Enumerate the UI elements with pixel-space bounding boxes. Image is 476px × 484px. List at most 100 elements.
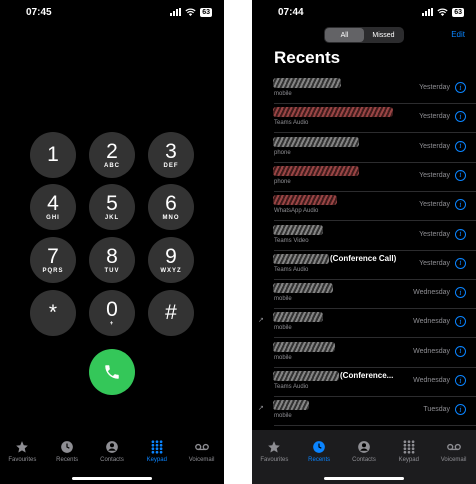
info-icon[interactable]: i — [455, 404, 466, 416]
call-type: Teams Video — [274, 237, 309, 244]
call-date: Wednesday — [413, 289, 450, 297]
key-0[interactable]: 0 + — [89, 290, 135, 336]
tab-label: Voicemail — [440, 457, 467, 463]
star-icon — [15, 440, 29, 454]
call-button[interactable] — [89, 349, 135, 395]
key-1[interactable]: 1 — [30, 132, 76, 178]
info-icon[interactable]: i — [455, 82, 466, 93]
key-digit: 8 — [106, 244, 118, 268]
tab-label: Voicemail — [188, 457, 215, 463]
key-8[interactable]: 8 TUV — [89, 237, 135, 283]
key-digit: 3 — [165, 139, 177, 163]
info-icon[interactable]: i — [455, 111, 466, 123]
redacted-contact-name — [273, 195, 337, 206]
status-bar: 07:45 63 — [0, 0, 224, 24]
battery-icon: 63 — [452, 7, 464, 17]
key-6[interactable]: 6 MNO — [148, 184, 194, 230]
call-date: Wednesday — [413, 347, 450, 355]
call-row[interactable]: (Conference... Teams Audio Wednesday i — [252, 368, 476, 397]
key-letters: DEF — [163, 162, 179, 169]
key-3[interactable]: 3 DEF — [148, 132, 194, 178]
key-digit: 2 — [106, 139, 118, 163]
segment-all[interactable]: All — [325, 28, 364, 42]
tab-label: Favourites — [260, 457, 289, 463]
key-digit: 4 — [47, 191, 59, 215]
call-row[interactable]: phone Yesterday i — [252, 163, 476, 192]
call-row[interactable]: Teams Audio Yesterday i — [252, 104, 476, 134]
status-time: 07:45 — [26, 6, 52, 18]
star-icon — [267, 440, 281, 454]
recents-screen: 07:44 63 All Missed Edit Recents mobile Y… — [252, 0, 476, 484]
info-icon[interactable]: i — [455, 316, 466, 328]
person-icon — [357, 440, 371, 454]
call-date: Tuesday — [423, 406, 450, 414]
voicemail-icon — [446, 440, 461, 454]
wifi-icon — [185, 8, 196, 16]
info-icon[interactable]: i — [455, 199, 466, 211]
signal-icon — [170, 8, 182, 16]
key-letters: + — [109, 320, 115, 327]
call-row[interactable]: mobile Wednesday i — [252, 280, 476, 310]
key-4[interactable]: 4 GHI — [30, 184, 76, 230]
call-row[interactable]: ↗ mobile Tuesday i — [252, 397, 476, 427]
key-digit: 7 — [47, 244, 59, 268]
edit-button[interactable]: Edit — [451, 30, 465, 39]
outgoing-call-icon: ↗ — [258, 405, 264, 413]
outgoing-call-icon: ↗ — [258, 317, 264, 325]
key-9[interactable]: 9 WXYZ — [148, 237, 194, 283]
status-icons: 63 — [422, 7, 464, 17]
key-letters: TUV — [104, 267, 120, 274]
clock-icon — [312, 440, 326, 454]
info-icon[interactable]: i — [455, 375, 466, 386]
redacted-contact-name — [273, 371, 339, 381]
tab-voicemail[interactable]: Voicemail — [180, 440, 224, 484]
info-icon[interactable]: i — [455, 169, 466, 181]
call-row[interactable]: ↗ mobile Wednesday i — [252, 309, 476, 339]
keypad-screen: 07:45 63 1 2 ABC 3 DEF 4 GHI 5 JKL 6 MNO 7 PQRS 8 TUV 9… — [0, 0, 224, 484]
call-type: mobile — [274, 296, 292, 303]
redacted-contact-name — [273, 136, 359, 147]
tab-label: Favourites — [8, 457, 37, 463]
call-row[interactable]: (Conference Call) Teams Audio Yesterday i — [252, 251, 476, 280]
call-type: mobile — [274, 354, 292, 361]
tab-label: Keypad — [146, 457, 167, 463]
info-icon[interactable]: i — [455, 140, 466, 152]
call-type: mobile — [274, 91, 292, 97]
tab-label: Keypad — [398, 457, 419, 463]
info-icon[interactable]: i — [455, 257, 466, 269]
info-icon[interactable]: i — [455, 287, 466, 299]
redacted-contact-name — [273, 165, 359, 176]
call-row[interactable]: WhatsApp Audio Yesterday i — [252, 192, 476, 222]
key-letters: PQRS — [42, 267, 64, 274]
key-7[interactable]: 7 PQRS — [30, 237, 76, 283]
call-row[interactable]: mobile Wednesday i — [252, 339, 476, 368]
page-title: Recents — [274, 48, 341, 67]
call-date: Yesterday — [419, 230, 450, 238]
call-type: Teams Audio — [274, 266, 309, 273]
person-icon — [105, 440, 119, 454]
redacted-contact-name — [273, 341, 335, 352]
key-hash[interactable]: # — [148, 290, 194, 336]
key-2[interactable]: 2 ABC — [89, 132, 135, 178]
call-row[interactable]: mobile Yesterday i — [252, 75, 476, 104]
info-icon[interactable]: i — [455, 228, 466, 240]
key-letters: MNO — [162, 214, 180, 221]
segment-missed[interactable]: Missed — [364, 28, 403, 42]
phone-icon — [105, 365, 119, 379]
call-row[interactable]: Teams Video Yesterday i — [252, 222, 476, 251]
call-row[interactable]: phone Yesterday i — [252, 134, 476, 163]
redacted-contact-name — [273, 400, 309, 411]
tab-bar: Favourites Recents Contacts Keypad Voicemail — [252, 430, 476, 484]
tab-favourites[interactable]: Favourites — [252, 440, 296, 484]
redacted-contact-name — [273, 283, 333, 294]
signal-icon — [422, 8, 434, 16]
tab-favourites[interactable]: Favourites — [0, 440, 44, 484]
tab-voicemail[interactable]: Voicemail — [432, 440, 476, 484]
contact-name: (Conference... — [340, 371, 394, 380]
key-letters: ABC — [104, 162, 120, 169]
call-date: Yesterday — [419, 259, 450, 267]
key-star[interactable]: * — [30, 290, 76, 336]
info-icon[interactable]: i — [455, 345, 466, 357]
key-5[interactable]: 5 JKL — [89, 184, 135, 230]
call-type: WhatsApp Audio — [274, 208, 319, 215]
